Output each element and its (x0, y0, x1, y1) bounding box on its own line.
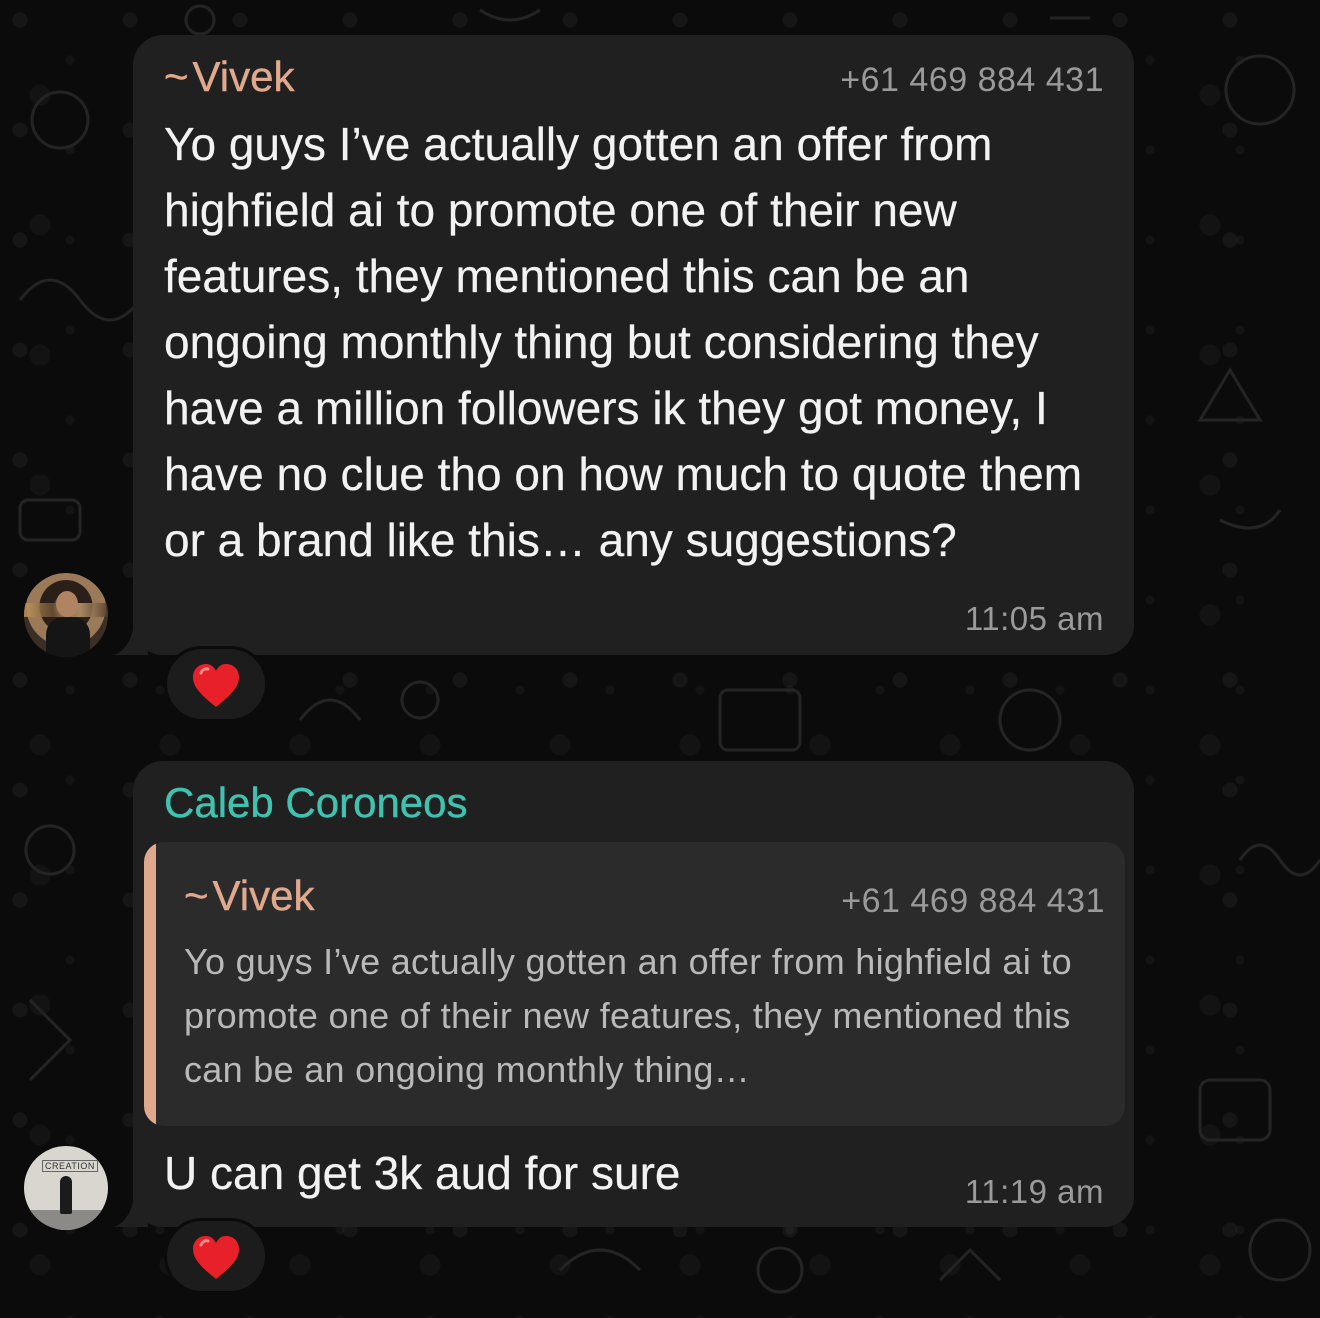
heart-icon (193, 664, 239, 707)
sender-name-text: Vivek (192, 53, 295, 100)
avatar-body (46, 617, 90, 657)
message-time: 11:05 am (964, 600, 1104, 637)
message-bubble-caleb[interactable]: Caleb Coroneos ~Vivek +61 469 884 431 Yo… (133, 761, 1134, 1227)
avatar-sign-text: CREATION (42, 1160, 98, 1172)
sender-prefix: ~ (164, 53, 189, 100)
reaction-badge[interactable] (164, 1218, 268, 1294)
quoted-sender-prefix: ~ (184, 872, 209, 919)
message-text: Yo guys I’ve actually gotten an offer fr… (164, 118, 1083, 566)
quoted-sender-name-text: Vivek (212, 872, 315, 919)
sender-name[interactable]: ~Vivek (164, 53, 295, 101)
avatar-head (56, 591, 78, 617)
quoted-sender-name: ~Vivek (184, 872, 315, 920)
message-text: U can get 3k aud for sure (164, 1147, 681, 1199)
quoted-message[interactable]: ~Vivek +61 469 884 431 Yo guys I’ve actu… (144, 842, 1125, 1126)
vivek-avatar[interactable] (24, 573, 108, 657)
quoted-text: Yo guys I’ve actually gotten an offer fr… (184, 941, 1072, 1090)
reaction-badge[interactable] (164, 646, 268, 722)
avatar-figure (60, 1176, 72, 1214)
sender-name[interactable]: Caleb Coroneos (164, 779, 468, 827)
heart-icon (193, 1236, 239, 1279)
sender-phone[interactable]: +61 469 884 431 (840, 61, 1104, 100)
caleb-avatar[interactable]: CREATION (24, 1146, 108, 1230)
quoted-sender-phone: +61 469 884 431 (841, 882, 1105, 920)
message-time: 11:19 am (964, 1173, 1104, 1210)
quote-accent-bar (144, 842, 156, 1126)
message-bubble-vivek[interactable]: ~Vivek +61 469 884 431 Yo guys I’ve actu… (133, 35, 1134, 655)
